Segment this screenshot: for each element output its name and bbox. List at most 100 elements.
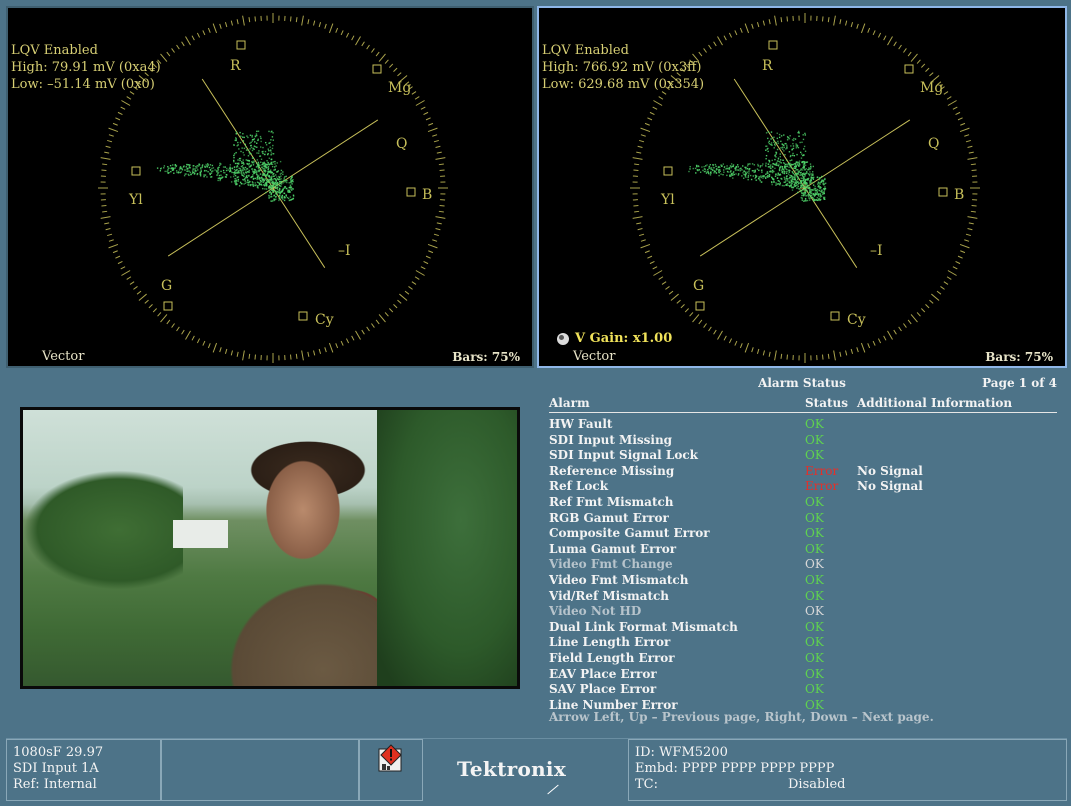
trace-point <box>261 176 263 179</box>
graticule-tick <box>689 312 694 317</box>
trace-point <box>203 174 205 176</box>
trace-point <box>276 188 279 191</box>
graticule-tick <box>236 351 239 357</box>
trace-point <box>267 152 269 155</box>
graticule-tick <box>104 151 110 154</box>
trace-point <box>243 183 245 185</box>
trace-point <box>766 171 769 173</box>
graticule-tick <box>196 32 201 38</box>
trace-point <box>275 184 277 186</box>
trace-point <box>736 169 738 171</box>
graticule-tick <box>637 145 643 148</box>
trace-point <box>717 166 720 168</box>
alarm-name: Luma Gamut Error <box>549 541 677 556</box>
graticule-tick <box>661 281 667 285</box>
trace-point <box>817 183 819 185</box>
graticule-tick <box>907 51 912 57</box>
graticule-tick <box>301 350 304 361</box>
graticule-tick <box>893 329 897 335</box>
trace-point <box>796 163 799 165</box>
graticule-tick <box>439 205 445 207</box>
alarm-status-tile[interactable]: Alarm Status Page 1 of 4 Alarm Status Ad… <box>537 370 1067 734</box>
trace-point <box>268 187 270 189</box>
graticule-tick <box>640 243 651 249</box>
alarm-name: Line Length Error <box>549 635 671 650</box>
graticule-tick <box>898 326 902 332</box>
trace-point <box>776 148 779 151</box>
graticule-tick <box>415 100 425 106</box>
trace-point <box>759 179 761 182</box>
trace-point <box>240 182 243 185</box>
trace-point <box>772 141 775 143</box>
alarm-row: Video Not HD OK <box>549 604 1057 620</box>
trace-point <box>754 174 757 177</box>
trace-point <box>256 178 258 181</box>
trace-point <box>778 136 781 139</box>
alarm-name: Ref Lock <box>549 479 609 494</box>
trace-point <box>790 183 793 185</box>
trace-point <box>775 184 777 186</box>
target-label-g: G <box>161 278 172 294</box>
trace-point <box>268 181 270 183</box>
trace-point <box>809 163 812 165</box>
trace-point <box>796 191 799 194</box>
trace-point <box>242 178 244 181</box>
trace-point <box>268 180 270 182</box>
target-label-b: B <box>422 187 432 203</box>
trace-point <box>757 165 759 167</box>
trace-point <box>278 189 281 191</box>
picture-tile[interactable] <box>6 370 534 734</box>
vgain-readout[interactable]: V Gain: x1.00 <box>557 331 672 346</box>
trace-point <box>765 164 767 166</box>
header-status: Status <box>805 396 849 410</box>
graticule-tick <box>108 243 119 249</box>
reference-source: Ref: Internal <box>13 777 97 792</box>
trace-point <box>747 178 749 181</box>
trace-point <box>270 181 272 184</box>
trace-point <box>798 188 800 190</box>
trace-point <box>265 184 268 186</box>
trace-point <box>183 165 185 167</box>
trace-point <box>233 168 236 171</box>
trace-point <box>279 182 281 184</box>
trace-point <box>780 169 783 171</box>
trace-point <box>257 185 259 187</box>
trace-point <box>692 167 694 170</box>
vectorscope-tile-2[interactable]: R Mg Q B Yl –I G Cy LQV Enabled High: 766.92 mV… <box>537 6 1067 368</box>
trace-point <box>292 198 294 200</box>
trace-point <box>803 181 805 184</box>
trace-point <box>239 141 242 144</box>
trace-point <box>237 159 239 161</box>
graticule-tick <box>138 293 147 301</box>
target-box <box>830 311 840 321</box>
graticule-tick <box>144 299 149 304</box>
trace-point <box>238 185 241 187</box>
trace-point <box>271 186 273 188</box>
trace-point <box>726 165 728 167</box>
graticule-tick <box>887 36 893 46</box>
trace-point <box>797 180 799 183</box>
graticule-tick <box>436 222 442 225</box>
trace-point <box>773 170 775 173</box>
trace-point <box>187 173 190 176</box>
trace-point <box>737 169 739 171</box>
graticule-tick <box>307 351 310 357</box>
trace-point <box>170 170 172 173</box>
trace-point <box>765 154 768 157</box>
alarm-row: EAV Place Error OK <box>549 667 1057 683</box>
trace-point <box>187 167 189 170</box>
graticule-tick <box>967 228 973 231</box>
picture-bush <box>377 410 517 686</box>
alarm-status: Error <box>805 463 839 478</box>
alarm-indicator[interactable] <box>359 739 423 801</box>
vectorscope-tile-1[interactable]: R Mg Q B Yl –I G Cy LQV Enabled High: 79.91 mV … <box>6 6 534 368</box>
trace-point <box>801 173 804 175</box>
trace-point <box>245 149 248 151</box>
trace-point <box>244 143 246 146</box>
trace-point <box>265 141 267 144</box>
trace-point <box>806 170 808 173</box>
device-info: ID: WFM5200 Embd: PPPP PPPP PPPP PPPP TC… <box>628 739 1067 801</box>
trace-point <box>778 169 781 172</box>
trace-point <box>810 165 812 168</box>
graticule-tick <box>822 16 824 22</box>
